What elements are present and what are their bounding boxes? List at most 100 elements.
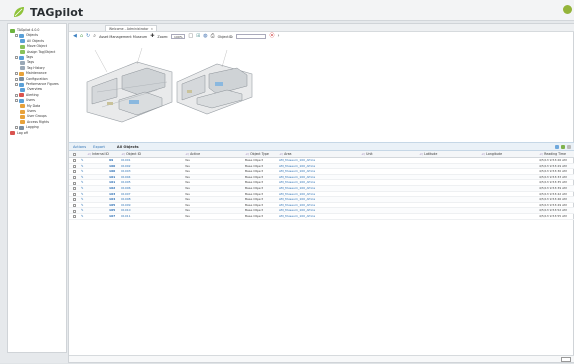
sidebar-item-label: Users xyxy=(26,98,35,103)
column-header[interactable]: Latitude xyxy=(419,151,437,158)
sidebar-item[interactable]: Access Rights xyxy=(20,120,49,125)
folder-icon xyxy=(20,114,25,119)
expand-icon[interactable] xyxy=(15,83,18,86)
print-icon[interactable]: ⎙ xyxy=(211,32,215,41)
sidebar-item[interactable]: All Objects xyxy=(20,39,44,44)
expand-icon[interactable] xyxy=(15,72,18,76)
sidebar-item[interactable]: Overview xyxy=(20,87,42,92)
columns-icon[interactable] xyxy=(555,145,559,149)
layers-icon[interactable]: ⊞ xyxy=(196,32,200,41)
home-icon[interactable]: ⌂ xyxy=(80,32,83,41)
folder-icon xyxy=(20,60,25,65)
sidebar-item[interactable]: Tags xyxy=(15,55,33,60)
sidebar-item[interactable]: My Data xyxy=(20,104,40,109)
sidebar-item[interactable]: Assign Tag/Object xyxy=(20,50,55,55)
zoom-select[interactable]: 100% xyxy=(171,34,186,39)
objects-grid-panel: Actions Export All Objects Internal ID Ob… xyxy=(69,142,574,364)
folder-icon xyxy=(19,71,24,76)
sidebar-item[interactable]: Maintenance xyxy=(15,71,47,76)
expand-icon[interactable] xyxy=(15,99,18,103)
floor-plan-map[interactable] xyxy=(77,42,257,142)
globe-icon[interactable]: ◍ xyxy=(203,32,207,41)
cell-active: Yes xyxy=(185,214,190,218)
select-all-checkbox[interactable] xyxy=(73,153,76,156)
row-checkbox[interactable] xyxy=(73,209,76,213)
row-checkbox[interactable] xyxy=(73,170,76,174)
sidebar-item[interactable]: User Groups xyxy=(20,114,47,119)
sidebar-item[interactable]: Tag History xyxy=(20,66,45,71)
row-checkbox[interactable] xyxy=(73,164,76,168)
sidebar-item[interactable]: TAGpilot 4.0.0 xyxy=(10,28,39,33)
expand-icon[interactable] xyxy=(15,93,18,97)
breadcrumb: Asset Management Museum xyxy=(99,34,148,39)
row-checkbox[interactable] xyxy=(73,159,76,163)
expand-icon[interactable] xyxy=(15,77,18,81)
edit-icon[interactable]: ✎ xyxy=(81,214,84,220)
fit-icon[interactable]: □ xyxy=(188,32,193,41)
sidebar-item-label: TAGpilot 4.0.0 xyxy=(17,28,40,32)
locate-icon[interactable]: ⦿ xyxy=(269,32,274,41)
row-checkbox[interactable] xyxy=(73,187,76,191)
sidebar-item[interactable]: Objects xyxy=(15,33,38,38)
sidebar-item[interactable]: Tags xyxy=(20,60,34,65)
row-checkbox[interactable] xyxy=(73,198,76,202)
tab-welcome[interactable]: Welcome - Administrator × xyxy=(105,25,158,31)
folder-icon xyxy=(20,109,25,114)
map-toolbar: ◀ ⌂ ↻ ⌕ Asset Management Museum ✚ Zoom: … xyxy=(69,32,574,41)
expand-icon[interactable] xyxy=(15,126,18,130)
sidebar-item[interactable]: Log off xyxy=(10,131,28,136)
column-header[interactable]: Unit xyxy=(361,151,373,158)
row-checkbox[interactable] xyxy=(73,181,76,185)
row-checkbox[interactable] xyxy=(73,203,76,207)
cell-internal: 107 xyxy=(109,214,116,218)
cell-object[interactable]: 01011 xyxy=(121,214,131,220)
refresh-icon[interactable]: ↻ xyxy=(86,32,90,41)
folder-icon xyxy=(10,131,15,136)
row-checkbox[interactable] xyxy=(73,192,76,196)
export-button[interactable]: Export xyxy=(93,145,105,149)
refresh-icon[interactable] xyxy=(561,145,565,149)
folder-icon xyxy=(20,39,25,44)
building-left xyxy=(86,61,173,123)
grid-title: All Objects xyxy=(116,144,139,149)
column-header[interactable]: Object ID xyxy=(121,151,141,158)
expand-icon[interactable] xyxy=(15,56,18,59)
cell-area[interactable]: AM_Museum_100_Africa xyxy=(279,214,315,220)
column-header[interactable]: Internal ID xyxy=(87,151,109,158)
close-icon[interactable]: × xyxy=(151,27,154,31)
column-header[interactable]: Object Type xyxy=(245,151,269,158)
row-checkbox[interactable] xyxy=(73,175,76,179)
sidebar-item[interactable]: Alerting xyxy=(15,93,39,98)
folder-icon xyxy=(20,44,25,49)
back-arrow-icon[interactable]: ◀ xyxy=(73,32,77,41)
column-header[interactable]: Reading Time xyxy=(539,151,566,158)
building-right xyxy=(176,63,253,115)
column-header[interactable]: Longitude xyxy=(481,151,502,158)
sidebar-item[interactable]: Move Object xyxy=(20,44,47,49)
move-icon[interactable]: ✚ xyxy=(150,32,154,41)
next-icon[interactable]: › xyxy=(277,32,279,41)
table-header: Internal ID Object ID Active Object Type Are… xyxy=(69,151,574,158)
sidebar-item[interactable]: Performance Figures xyxy=(15,82,59,87)
expand-icon[interactable] xyxy=(15,34,18,38)
sidebar-item[interactable]: Users xyxy=(20,109,36,114)
sidebar-item-label: Logging xyxy=(26,125,39,130)
page-size-select[interactable] xyxy=(561,357,571,362)
column-header[interactable]: Active xyxy=(185,151,200,158)
sidebar-item[interactable]: Logging xyxy=(15,125,39,130)
folder-icon xyxy=(19,55,24,60)
row-checkbox[interactable] xyxy=(73,215,76,219)
folder-icon xyxy=(20,66,25,71)
folder-icon xyxy=(19,125,24,130)
objectid-input[interactable] xyxy=(236,34,267,39)
search-icon[interactable]: ⌕ xyxy=(93,32,96,41)
sidebar-item[interactable]: Configuration xyxy=(15,77,48,82)
more-icon[interactable] xyxy=(567,145,571,149)
cell-time: 4/5/13 9:53:55 AM xyxy=(539,214,567,218)
table-row[interactable]: ✎ 107 01011 Yes Base Object AM_Museum_100_Afr… xyxy=(69,214,574,220)
folder-icon xyxy=(20,50,25,55)
sidebar-item[interactable]: Users xyxy=(15,98,35,103)
settings-icon[interactable] xyxy=(563,5,572,14)
actions-menu[interactable]: Actions xyxy=(73,145,86,149)
column-header[interactable]: Area xyxy=(279,151,291,158)
